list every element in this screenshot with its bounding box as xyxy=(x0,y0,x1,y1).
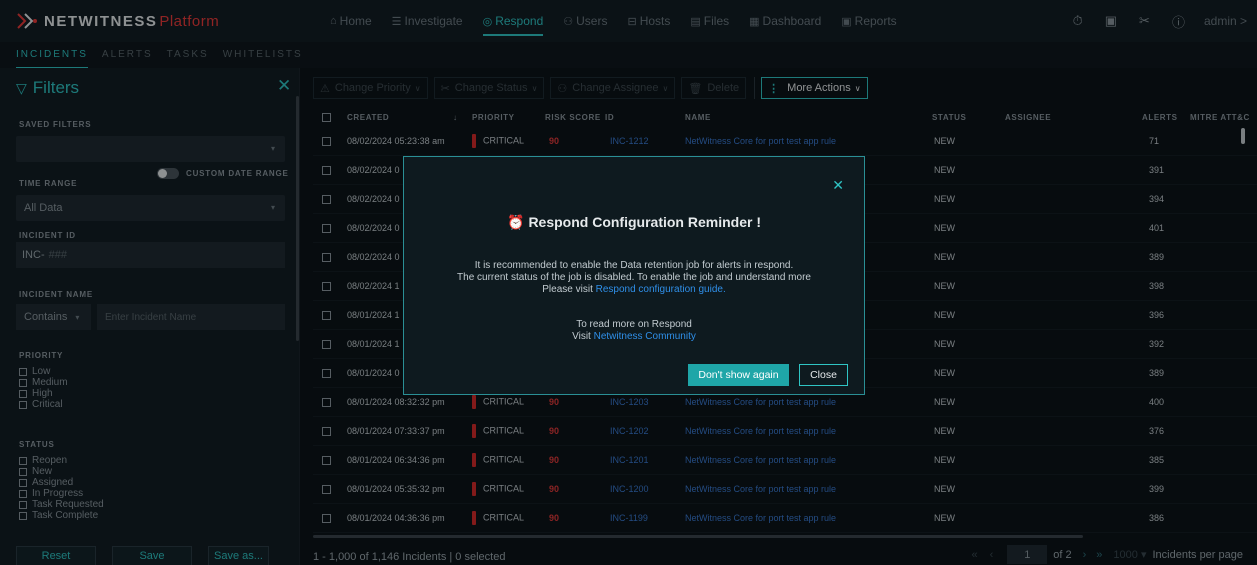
dialog-line-2: The current status of the job is disable… xyxy=(457,272,811,283)
dialog-line-3-text: Please visit xyxy=(542,284,593,295)
dont-show-again-button[interactable]: Don't show again xyxy=(688,364,789,386)
dialog-title: ⏰ Respond Configuration Reminder ! xyxy=(404,214,864,231)
dialog-line-1: It is recommended to enable the Data ret… xyxy=(474,260,794,271)
close-button[interactable]: Close xyxy=(799,364,848,386)
dialog-line-4: To read more on Respond xyxy=(576,319,692,330)
dialog-community-message: To read more on Respond Visit Netwitness… xyxy=(404,319,864,343)
config-guide-link[interactable]: Respond configuration guide. xyxy=(596,284,726,295)
dialog-message: It is recommended to enable the Data ret… xyxy=(404,260,864,296)
dialog-line-5: Visit Netwitness Community xyxy=(404,331,864,343)
dialog-line-5-text: Visit xyxy=(572,331,591,342)
alarm-clock-icon: ⏰ xyxy=(507,214,525,230)
community-link[interactable]: Netwitness Community xyxy=(594,331,696,342)
dialog-line-3: Please visit Respond configuration guide… xyxy=(404,284,864,296)
close-dialog-icon[interactable]: ✕ xyxy=(832,177,844,194)
app-root: NETWITNESS Platform ⌂ Home ☰ Investigate ◎ Re… xyxy=(0,0,1257,565)
config-reminder-dialog: ✕ ⏰ Respond Configuration Reminder ! It i… xyxy=(403,156,865,395)
dialog-title-text: Respond Configuration Reminder ! xyxy=(528,214,761,230)
